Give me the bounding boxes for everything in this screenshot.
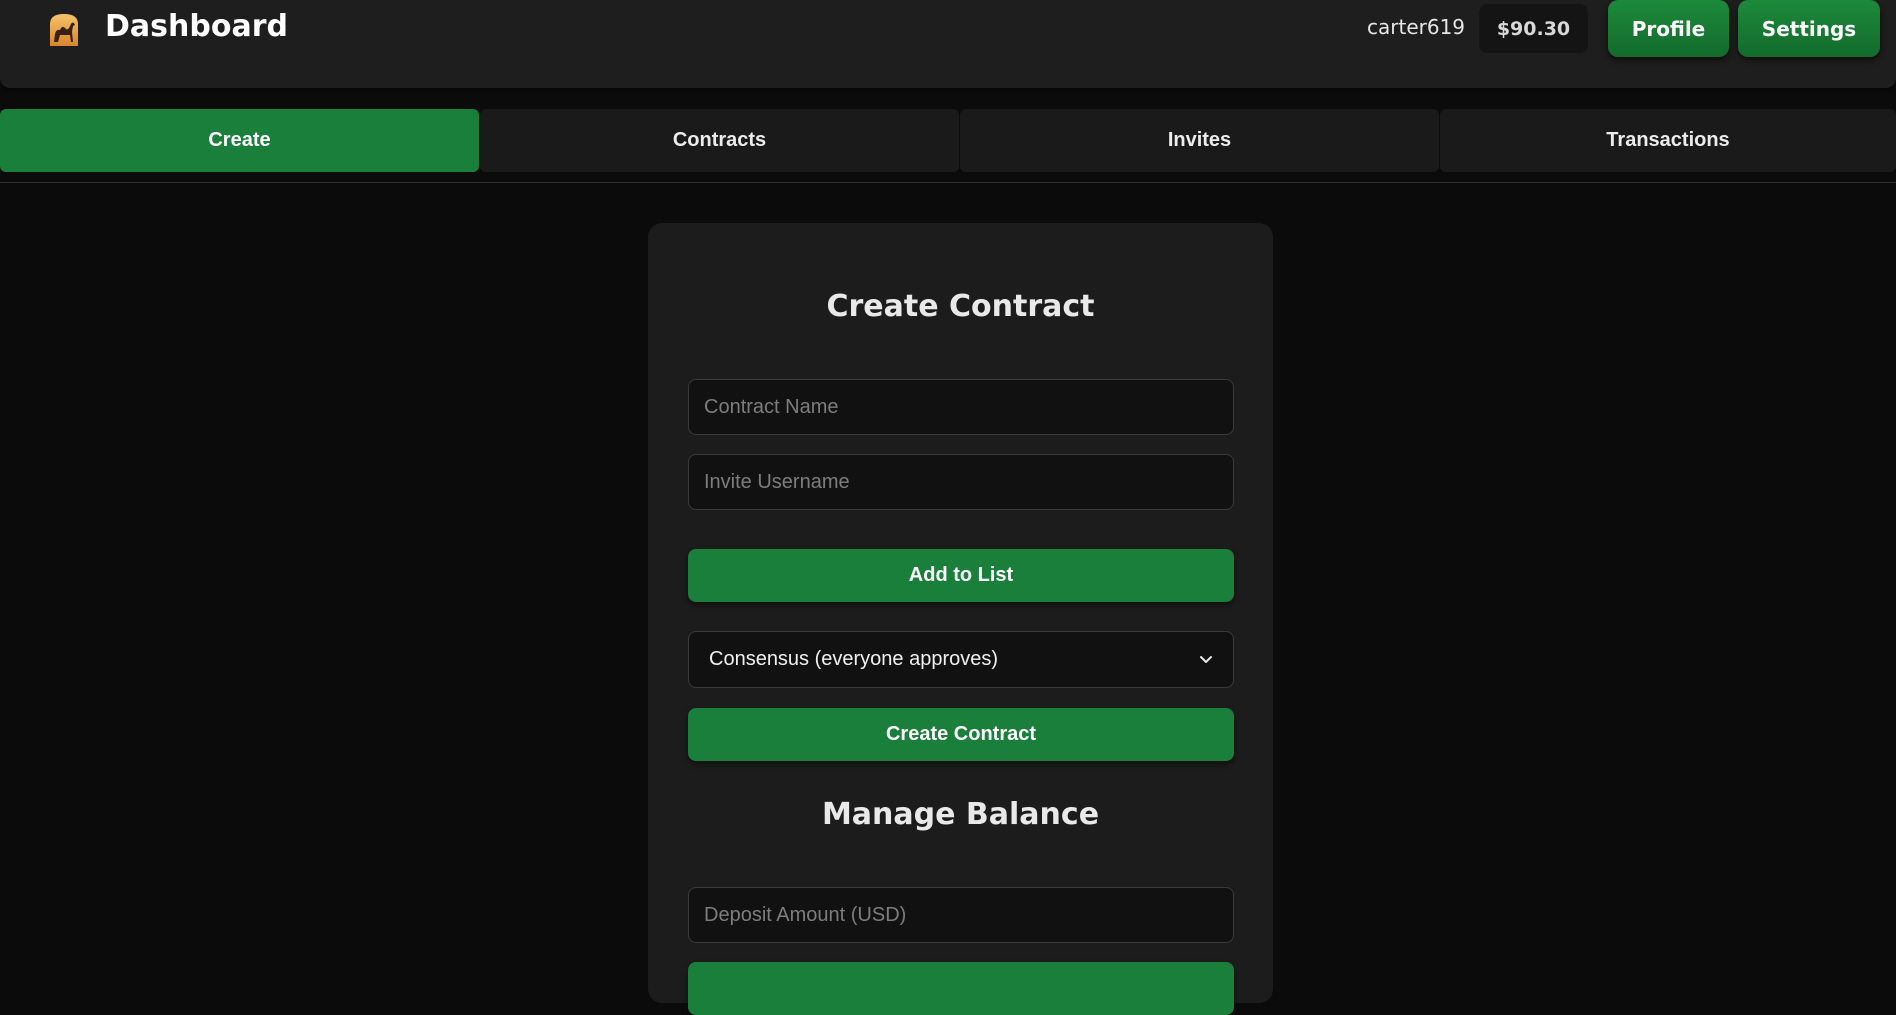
settings-button[interactable]: Settings	[1738, 0, 1880, 57]
tab-create[interactable]: Create	[0, 109, 479, 172]
tab-bar: Create Contracts Invites Transactions	[0, 109, 1896, 173]
tab-contracts[interactable]: Contracts	[480, 109, 959, 172]
tab-invites[interactable]: Invites	[960, 109, 1439, 172]
top-header: Dashboard carter619 $90.30 Profile Setti…	[0, 0, 1896, 88]
profile-button[interactable]: Profile	[1608, 0, 1729, 57]
deposit-amount-input[interactable]	[688, 887, 1234, 943]
create-contract-card: Create Contract Add to List Consensus (e…	[648, 223, 1273, 1015]
tab-divider	[0, 182, 1896, 183]
manage-balance-heading: Manage Balance	[821, 797, 1100, 832]
balance-badge: $90.30	[1479, 4, 1588, 53]
create-contract-button[interactable]: Create Contract	[688, 708, 1234, 761]
create-contract-heading: Create Contract	[826, 289, 1095, 324]
add-to-list-button[interactable]: Add to List	[688, 549, 1234, 602]
deposit-button[interactable]	[688, 962, 1234, 1015]
approval-type-select[interactable]: Consensus (everyone approves)	[688, 631, 1234, 688]
approval-type-value: Consensus (everyone approves)	[709, 648, 999, 670]
chevron-down-icon	[1200, 655, 1212, 663]
camel-logo-icon[interactable]	[48, 12, 80, 46]
tab-transactions[interactable]: Transactions	[1440, 109, 1896, 172]
page-title: Dashboard	[105, 9, 288, 44]
contract-name-input[interactable]	[688, 379, 1234, 435]
username-label: carter619	[1367, 15, 1466, 39]
invite-username-input[interactable]	[688, 454, 1234, 510]
